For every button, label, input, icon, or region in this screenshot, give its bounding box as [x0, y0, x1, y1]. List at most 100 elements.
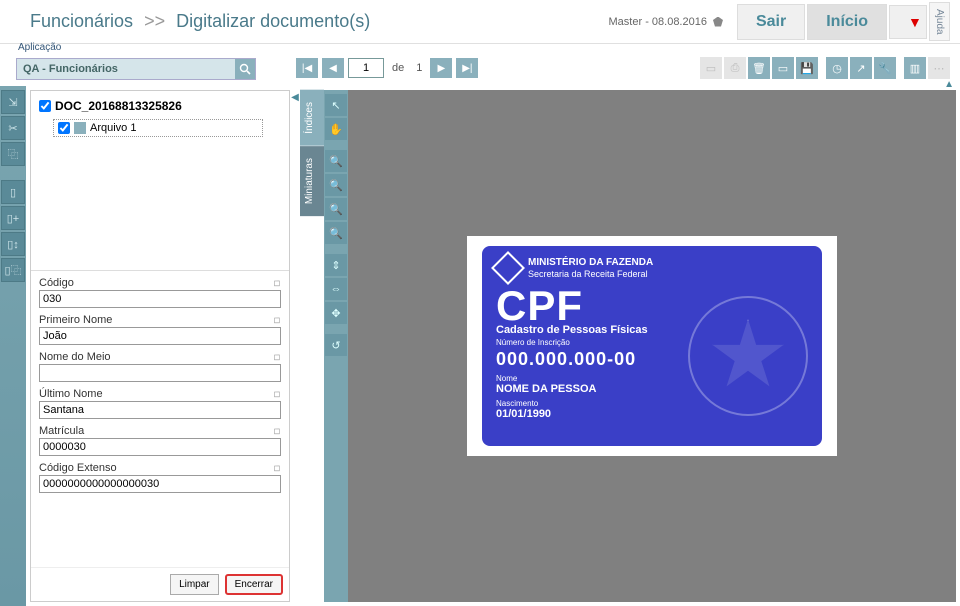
breadcrumb-main: Funcionários — [30, 11, 133, 31]
vt-zoomreset-icon[interactable]: 🔍 — [325, 222, 347, 244]
tool-folder-icon[interactable]: ▭ — [772, 57, 794, 79]
vt-fitpage-icon[interactable]: ✥ — [325, 302, 347, 324]
tree-child-label: Arquivo 1 — [90, 122, 136, 134]
diamond-icon[interactable]: ◇ — [271, 461, 284, 474]
rail-copy-icon[interactable]: ⿻ — [1, 142, 25, 166]
left-panel: DOC_20168813325826 Arquivo 1 Código ◇ Pri… — [30, 90, 290, 602]
search-icon[interactable] — [235, 59, 255, 79]
field-label: Código — [39, 277, 74, 289]
vt-zoomout-icon[interactable]: 🔍 — [325, 174, 347, 196]
viewer[interactable]: MINISTÉRIO DA FAZENDA Secretaria da Rece… — [348, 90, 956, 602]
tree-root[interactable]: DOC_20168813325826 — [39, 99, 281, 113]
vt-fitheight-icon[interactable]: ⇕ — [325, 254, 347, 276]
dropdown-button[interactable]: ▼ — [889, 5, 927, 39]
field-label: Primeiro Nome — [39, 314, 112, 326]
vt-rotate-icon[interactable]: ↺ — [325, 334, 347, 356]
cpf-secretary: Secretaria da Receita Federal — [528, 269, 653, 280]
pager-prev-button[interactable]: ◀ — [322, 58, 344, 78]
diamond-icon[interactable]: ◇ — [271, 350, 284, 363]
encerrar-button[interactable]: Encerrar — [225, 574, 283, 595]
rail-scan-icon[interactable]: ✂ — [1, 116, 25, 140]
tool-group-2: ◷ ↗ 🔧 — [826, 57, 896, 79]
pager-first-button[interactable]: |◀ — [296, 58, 318, 78]
tool-screen-icon[interactable]: ▭ — [700, 57, 722, 79]
tab-indices[interactable]: Índices — [300, 90, 324, 146]
tool-layout-icon[interactable]: ▥ — [904, 57, 926, 79]
divider-handle[interactable]: ◀ — [290, 86, 300, 606]
field-matricula: Matrícula ◇ — [39, 425, 281, 456]
field-label: Código Extenso — [39, 462, 117, 474]
field-input-primeiro-nome[interactable] — [39, 327, 281, 345]
diamond-icon[interactable]: ◇ — [271, 276, 284, 289]
field-label: Último Nome — [39, 388, 103, 400]
limpar-button[interactable]: Limpar — [170, 574, 219, 595]
tool-wrench-icon[interactable]: 🔧 — [874, 57, 896, 79]
app-value: QA - Funcionários — [17, 63, 235, 75]
tool-more-icon[interactable]: ⋯ — [928, 57, 950, 79]
pager-total: 1 — [416, 62, 422, 74]
app-label: Aplicação — [18, 42, 61, 53]
field-input-codigo[interactable] — [39, 290, 281, 308]
cpf-ministry: MINISTÉRIO DA FAZENDA — [528, 257, 653, 269]
tool-group-1: ▭ ⎙ 🗑 ▭ 💾 — [700, 57, 818, 79]
field-label: Matrícula — [39, 425, 84, 437]
left-rail: ⇲ ✂ ⿻ ▯ ▯+ ▯↕ ▯⿻ — [0, 86, 26, 606]
rail-import-icon[interactable]: ⇲ — [1, 90, 25, 114]
field-input-codigo-extenso[interactable] — [39, 475, 281, 493]
tree-child[interactable]: Arquivo 1 — [53, 119, 263, 137]
sair-button[interactable]: Sair — [737, 4, 805, 40]
viewer-tools: ↖ ✋ 🔍 🔍 🔍 🔍 ⇕ ⇔ ✥ ↺ — [324, 90, 348, 602]
mid-tabs: Índices Miniaturas — [300, 90, 324, 606]
field-primeiro-nome: Primeiro Nome ◇ — [39, 314, 281, 345]
breadcrumb-sub: Digitalizar documento(s) — [176, 11, 370, 31]
rail-pageadd-icon[interactable]: ▯+ — [1, 206, 25, 230]
vt-zoomarea-icon[interactable]: 🔍 — [325, 198, 347, 220]
file-icon — [74, 122, 86, 134]
field-input-nome-meio[interactable] — [39, 364, 281, 382]
tab-miniaturas[interactable]: Miniaturas — [300, 146, 324, 216]
fields-panel: Código ◇ Primeiro Nome ◇ Nome do Meio ◇ Últ… — [31, 271, 289, 567]
field-input-matricula[interactable] — [39, 438, 281, 456]
tree-root-checkbox[interactable] — [39, 100, 51, 112]
app-select[interactable]: QA - Funcionários — [16, 58, 256, 80]
vt-pointer-icon[interactable]: ↖ — [325, 94, 347, 116]
tool-print-icon[interactable]: ⎙ — [724, 57, 746, 79]
ajuda-tab[interactable]: Ajuda — [929, 2, 950, 42]
field-nome-meio: Nome do Meio ◇ — [39, 351, 281, 382]
rail-pageup-icon[interactable]: ▯↕ — [1, 232, 25, 256]
panel-footer: Limpar Encerrar — [31, 567, 289, 601]
tool-save-icon[interactable]: 💾 — [796, 57, 818, 79]
pager-input[interactable] — [348, 58, 384, 78]
field-codigo-extenso: Código Extenso ◇ — [39, 462, 281, 493]
vt-hand-icon[interactable]: ✋ — [325, 118, 347, 140]
tree-child-checkbox[interactable] — [58, 122, 70, 134]
cpf-header-text: MINISTÉRIO DA FAZENDA Secretaria da Rece… — [528, 257, 653, 280]
rail-page-icon[interactable]: ▯ — [1, 180, 25, 204]
toolbar-row: Aplicação QA - Funcionários |◀ ◀ de 1 ▶ … — [0, 44, 960, 86]
pager: |◀ ◀ de 1 ▶ ▶| — [296, 58, 478, 78]
pager-last-button[interactable]: ▶| — [456, 58, 478, 78]
tool-clock-icon[interactable]: ◷ — [826, 57, 848, 79]
cpf-seal-icon — [688, 296, 808, 416]
pager-next-button[interactable]: ▶ — [430, 58, 452, 78]
field-ultimo-nome: Último Nome ◇ — [39, 388, 281, 419]
document-page: MINISTÉRIO DA FAZENDA Secretaria da Rece… — [467, 236, 837, 456]
user-info: Master - 08.08.2016 — [609, 16, 723, 28]
diamond-icon[interactable]: ◇ — [271, 313, 284, 326]
doc-tree: DOC_20168813325826 Arquivo 1 — [31, 91, 289, 271]
tree-root-label: DOC_20168813325826 — [55, 99, 182, 113]
vt-fitwidth-icon[interactable]: ⇔ — [325, 278, 347, 300]
field-label: Nome do Meio — [39, 351, 111, 363]
main: ⇲ ✂ ⿻ ▯ ▯+ ▯↕ ▯⿻ DOC_20168813325826 Arqu… — [0, 86, 960, 606]
collapse-up-icon[interactable]: ▲ — [944, 79, 954, 90]
diamond-icon[interactable]: ◇ — [271, 387, 284, 400]
tool-trash-icon[interactable]: 🗑 — [748, 57, 770, 79]
field-input-ultimo-nome[interactable] — [39, 401, 281, 419]
diamond-icon[interactable]: ◇ — [271, 424, 284, 437]
rail-pagedup-icon[interactable]: ▯⿻ — [1, 258, 25, 282]
field-codigo: Código ◇ — [39, 277, 281, 308]
user-label: Master - 08.08.2016 — [609, 16, 707, 28]
tool-export-icon[interactable]: ↗ — [850, 57, 872, 79]
inicio-button[interactable]: Início — [807, 4, 887, 40]
vt-zoomin-icon[interactable]: 🔍 — [325, 150, 347, 172]
